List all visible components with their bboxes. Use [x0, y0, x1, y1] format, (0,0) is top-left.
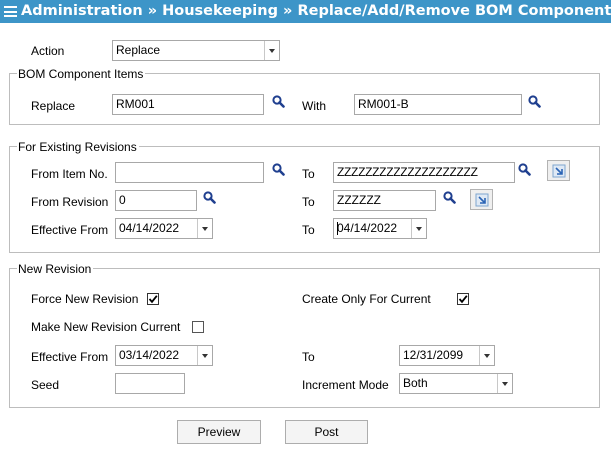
effective-from-date[interactable]: 04/14/2022 — [115, 218, 213, 239]
effective-to-label: To — [302, 223, 315, 237]
replace-label: Replace — [31, 99, 76, 113]
copy-range-icon — [552, 164, 566, 178]
chevron-down-icon[interactable] — [497, 374, 512, 393]
new-effective-from-value: 03/14/2022 — [119, 348, 180, 362]
replace-input[interactable]: RM001 — [112, 94, 264, 115]
hamburger-menu-icon[interactable] — [4, 6, 17, 17]
chevron-down-icon[interactable] — [264, 41, 279, 60]
increment-mode-dropdown[interactable]: Both — [399, 373, 513, 394]
increment-mode-label: Increment Mode — [302, 378, 389, 392]
page-title: Administration » Housekeeping » Replace/… — [21, 3, 611, 19]
magnifier-icon[interactable] — [528, 95, 541, 108]
from-revision-input[interactable]: 0 — [115, 190, 197, 211]
chevron-down-icon[interactable] — [197, 219, 212, 238]
copy-range-button[interactable] — [470, 189, 493, 210]
create-only-current-label: Create Only For Current — [302, 292, 431, 306]
magnifier-icon[interactable] — [272, 95, 285, 108]
magnifier-icon[interactable] — [518, 163, 531, 176]
seed-label: Seed — [31, 378, 60, 392]
effective-from-label: Effective From — [31, 223, 109, 237]
action-dropdown-value: Replace — [116, 43, 161, 57]
action-dropdown[interactable]: Replace — [112, 40, 280, 61]
copy-range-button[interactable] — [547, 160, 570, 181]
with-input[interactable]: RM001-B — [354, 94, 522, 115]
force-new-revision-label: Force New Revision — [31, 292, 139, 306]
checkmark-icon — [458, 295, 468, 304]
seed-input[interactable] — [115, 373, 185, 394]
effective-to-value: 04/14/2022 — [337, 221, 398, 235]
effective-to-date[interactable]: 04/14/2022 — [333, 218, 427, 239]
post-button[interactable]: Post — [285, 420, 368, 444]
new-effective-to-label: To — [302, 350, 315, 364]
with-label: With — [302, 99, 326, 113]
make-current-checkbox[interactable] — [192, 321, 204, 333]
magnifier-icon[interactable] — [203, 191, 216, 204]
chevron-down-icon[interactable] — [411, 219, 426, 238]
action-label: Action — [31, 44, 65, 58]
effective-from-value: 04/14/2022 — [119, 221, 180, 235]
title-bar: Administration » Housekeeping » Replace/… — [0, 0, 611, 23]
new-effective-to-value: 12/31/2099 — [403, 348, 464, 362]
make-current-label: Make New Revision Current — [31, 320, 181, 334]
increment-mode-value: Both — [403, 376, 428, 390]
new-effective-to-date[interactable]: 12/31/2099 — [399, 345, 495, 366]
new-effective-from-date[interactable]: 03/14/2022 — [115, 345, 213, 366]
bom-items-legend: BOM Component Items — [17, 67, 146, 81]
new-effective-from-label: Effective From — [31, 350, 109, 364]
magnifier-icon[interactable] — [443, 191, 456, 204]
to-item-label: To — [302, 167, 315, 181]
new-revision-legend: New Revision — [17, 262, 94, 276]
preview-button[interactable]: Preview — [177, 420, 261, 444]
from-item-input[interactable] — [115, 162, 264, 183]
copy-range-icon — [475, 193, 489, 207]
from-revision-label: From Revision — [31, 195, 109, 209]
text-cursor — [337, 222, 338, 235]
from-item-label: From Item No. — [31, 167, 108, 181]
to-revision-label: To — [302, 195, 315, 209]
checkmark-icon — [148, 295, 158, 304]
create-only-current-checkbox[interactable] — [457, 293, 469, 305]
to-item-input[interactable]: ZZZZZZZZZZZZZZZZZZZZ — [333, 162, 515, 183]
chevron-down-icon[interactable] — [197, 346, 212, 365]
existing-revisions-legend: For Existing Revisions — [17, 140, 139, 154]
force-new-revision-checkbox[interactable] — [147, 293, 159, 305]
chevron-down-icon[interactable] — [479, 346, 494, 365]
magnifier-icon[interactable] — [272, 163, 285, 176]
to-revision-input[interactable]: ZZZZZZ — [333, 190, 436, 211]
